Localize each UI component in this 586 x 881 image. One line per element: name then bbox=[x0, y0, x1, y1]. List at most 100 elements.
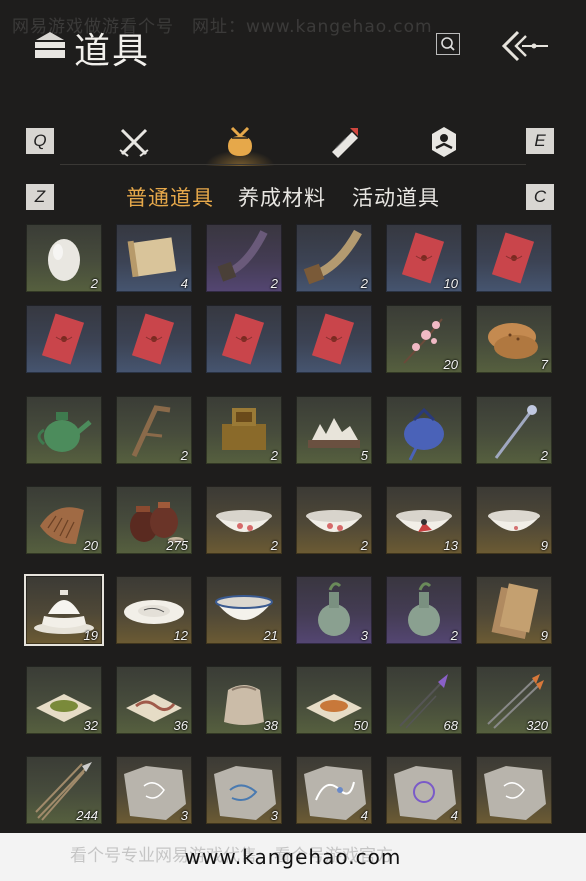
item-quantity: 32 bbox=[83, 718, 98, 733]
item-slot[interactable]: 19 bbox=[24, 574, 104, 646]
item-quantity: 9 bbox=[540, 538, 548, 553]
item-quantity: 50 bbox=[353, 718, 368, 733]
item-slot[interactable] bbox=[476, 224, 552, 292]
search-icon bbox=[441, 37, 455, 51]
item-slot[interactable]: 2 bbox=[206, 396, 282, 464]
item-slot[interactable]: 7 bbox=[476, 305, 552, 373]
item-quantity: 5 bbox=[360, 448, 368, 463]
item-slot[interactable]: 244 bbox=[26, 756, 102, 824]
item-slot[interactable] bbox=[476, 756, 552, 824]
item-slot[interactable] bbox=[116, 305, 192, 373]
blue-pouch-icon bbox=[404, 407, 444, 461]
red-envelope-icon bbox=[311, 313, 355, 365]
watermark-top: 网易游戏做游看个号 网址：www.kangehao.com bbox=[12, 17, 433, 37]
item-slot[interactable]: 9 bbox=[476, 576, 552, 644]
key-z[interactable]: Z bbox=[26, 184, 54, 210]
item-slot[interactable] bbox=[386, 396, 462, 464]
item-slot[interactable]: 2 bbox=[386, 576, 462, 644]
item-slot[interactable]: 3 bbox=[206, 756, 282, 824]
item-quantity: 13 bbox=[443, 538, 458, 553]
item-quantity: 3 bbox=[270, 808, 278, 823]
item-quantity: 2 bbox=[270, 538, 278, 553]
item-quantity: 9 bbox=[540, 628, 548, 643]
item-slot[interactable]: 2 bbox=[206, 486, 282, 554]
item-slot[interactable] bbox=[26, 305, 102, 373]
category-tabs: Q E bbox=[0, 118, 586, 168]
item-quantity: 3 bbox=[360, 628, 368, 643]
item-quantity: 2 bbox=[270, 276, 278, 291]
item-quantity: 244 bbox=[76, 808, 98, 823]
item-slot[interactable]: 2 bbox=[206, 224, 282, 292]
item-slot[interactable]: 13 bbox=[386, 486, 462, 554]
item-quantity: 275 bbox=[166, 538, 188, 553]
item-slot[interactable]: 2 bbox=[296, 224, 372, 292]
scroll-icon[interactable] bbox=[326, 124, 362, 160]
back-icon[interactable] bbox=[496, 28, 552, 64]
footer-watermark: 看个号专业网易游戏代售 看个号游戏官方 www.kangehao.com bbox=[0, 833, 586, 881]
item-slot[interactable]: 2 bbox=[296, 486, 372, 554]
item-slot[interactable]: 12 bbox=[116, 576, 192, 644]
item-slot[interactable]: 3 bbox=[296, 576, 372, 644]
item-quantity: 36 bbox=[173, 718, 188, 733]
item-slot[interactable]: 20 bbox=[386, 305, 462, 373]
item-slot[interactable]: 10 bbox=[386, 224, 462, 292]
key-c[interactable]: C bbox=[526, 184, 554, 210]
item-slot[interactable]: 3 bbox=[116, 756, 192, 824]
crossed-swords-icon[interactable] bbox=[116, 124, 152, 160]
subtab-materials[interactable]: 养成材料 bbox=[238, 182, 326, 212]
badge-icon[interactable] bbox=[426, 124, 462, 160]
item-quantity: 4 bbox=[180, 276, 188, 291]
red-envelope-icon bbox=[221, 313, 265, 365]
subtab-event-items[interactable]: 活动道具 bbox=[352, 182, 440, 212]
item-slot[interactable]: 36 bbox=[116, 666, 192, 734]
item-quantity: 12 bbox=[173, 628, 188, 643]
item-quantity: 2 bbox=[90, 276, 98, 291]
item-slot[interactable]: 2 bbox=[116, 396, 192, 464]
item-slot[interactable]: 4 bbox=[296, 756, 372, 824]
item-quantity: 10 bbox=[443, 276, 458, 291]
item-quantity: 20 bbox=[83, 538, 98, 553]
item-quantity: 20 bbox=[443, 357, 458, 372]
item-quantity: 68 bbox=[443, 718, 458, 733]
footer-text: www.kangehao.com bbox=[184, 845, 402, 869]
item-quantity: 7 bbox=[540, 357, 548, 372]
item-slot[interactable]: 2 bbox=[476, 396, 552, 464]
item-quantity: 4 bbox=[450, 808, 458, 823]
item-slot[interactable] bbox=[296, 305, 372, 373]
red-envelope-icon bbox=[131, 313, 175, 365]
subtab-common-items[interactable]: 普通道具 bbox=[126, 182, 214, 212]
item-slot[interactable]: 21 bbox=[206, 576, 282, 644]
key-q[interactable]: Q bbox=[26, 128, 54, 154]
item-quantity: 2 bbox=[270, 448, 278, 463]
item-slot[interactable]: 5 bbox=[296, 396, 372, 464]
search-button[interactable] bbox=[436, 33, 460, 55]
item-quantity: 2 bbox=[360, 538, 368, 553]
item-slot[interactable]: 20 bbox=[26, 486, 102, 554]
item-quantity: 19 bbox=[83, 628, 98, 643]
red-envelope-icon bbox=[41, 313, 85, 365]
item-slot[interactable]: 32 bbox=[26, 666, 102, 734]
category-divider bbox=[60, 164, 526, 165]
teapot-icon bbox=[37, 412, 92, 452]
item-slot[interactable]: 38 bbox=[206, 666, 282, 734]
item-quantity: 2 bbox=[450, 628, 458, 643]
item-quantity: 21 bbox=[263, 628, 278, 643]
item-slot[interactable]: 9 bbox=[476, 486, 552, 554]
item-slot[interactable]: 4 bbox=[116, 224, 192, 292]
item-slot[interactable]: 320 bbox=[476, 666, 552, 734]
sub-tabs: Z 普通道具 养成材料 活动道具 C bbox=[0, 180, 586, 214]
red-envelope-icon bbox=[491, 232, 535, 284]
item-quantity: 2 bbox=[360, 276, 368, 291]
item-slot[interactable]: 50 bbox=[296, 666, 372, 734]
item-slot[interactable] bbox=[26, 396, 102, 464]
item-slot[interactable]: 275 bbox=[116, 486, 192, 554]
item-slot[interactable]: 4 bbox=[386, 756, 462, 824]
item-quantity: 4 bbox=[360, 808, 368, 823]
item-quantity: 2 bbox=[180, 448, 188, 463]
item-quantity: 2 bbox=[540, 448, 548, 463]
item-slot[interactable]: 68 bbox=[386, 666, 462, 734]
stone-rubbing-icon bbox=[484, 766, 546, 820]
key-e[interactable]: E bbox=[526, 128, 554, 154]
item-slot[interactable] bbox=[206, 305, 282, 373]
item-slot[interactable]: 2 bbox=[26, 224, 102, 292]
